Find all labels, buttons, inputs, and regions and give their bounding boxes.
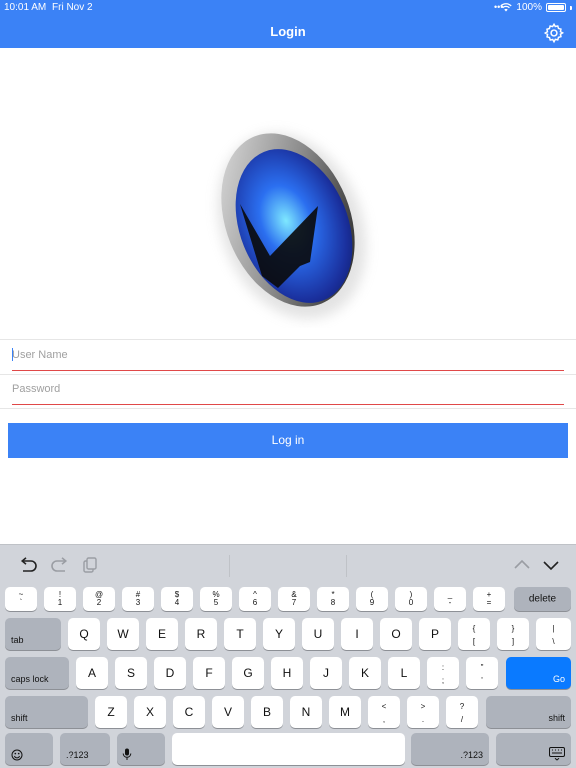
battery-icon xyxy=(546,3,566,12)
key[interactable]: T xyxy=(224,618,256,650)
microphone-icon xyxy=(122,748,132,760)
key[interactable]: >. xyxy=(407,696,439,728)
key[interactable]: | \ xyxy=(536,618,571,650)
app-logo xyxy=(217,133,367,319)
key[interactable]: K xyxy=(349,657,381,689)
key[interactable]: F xyxy=(193,657,225,689)
key[interactable]: C xyxy=(173,696,205,728)
key[interactable]: ) 0 xyxy=(395,587,427,611)
key[interactable]: + = xyxy=(473,587,505,611)
key[interactable]: #3 xyxy=(122,587,154,611)
status-date: Fri Nov 2 xyxy=(52,2,93,13)
key[interactable]: D xyxy=(154,657,186,689)
key[interactable]: " ' xyxy=(466,657,498,689)
prediction-divider xyxy=(346,555,347,577)
numbers-key-right[interactable]: .?123 xyxy=(411,733,489,765)
key[interactable]: _ - xyxy=(434,587,466,611)
key[interactable]: :; xyxy=(427,657,459,689)
key[interactable]: A xyxy=(76,657,108,689)
prediction-divider xyxy=(229,555,230,577)
key[interactable]: O xyxy=(380,618,412,650)
key[interactable]: ~ ` xyxy=(5,587,37,611)
key[interactable]: @2 xyxy=(83,587,115,611)
onscreen-keyboard: ~ ` ! 1 @2 #3 $4 % 5 ^ 6 & 7 * 8 (9 ) 0 _ - + = d… xyxy=(0,544,576,768)
key[interactable]: & 7 xyxy=(278,587,310,611)
username-underline xyxy=(12,370,564,371)
key[interactable]: E xyxy=(146,618,178,650)
undo-icon[interactable] xyxy=(18,557,38,573)
key[interactable]: ^ 6 xyxy=(239,587,271,611)
divider xyxy=(0,374,576,375)
key[interactable]: U xyxy=(302,618,334,650)
login-button[interactable]: Log in xyxy=(8,423,568,458)
key[interactable]: V xyxy=(212,696,244,728)
password-input[interactable] xyxy=(12,377,564,401)
divider xyxy=(0,339,576,340)
key[interactable]: $4 xyxy=(161,587,193,611)
numbers-key-left[interactable]: .?123 xyxy=(60,733,110,765)
redo-icon[interactable] xyxy=(50,557,70,573)
caps-lock-key[interactable]: caps lock xyxy=(5,657,69,689)
key[interactable]: ? / xyxy=(446,696,478,728)
chevron-down-icon[interactable] xyxy=(541,557,561,573)
shift-key-right[interactable]: shift xyxy=(486,696,571,728)
key[interactable]: J xyxy=(310,657,342,689)
password-underline xyxy=(12,404,564,405)
key[interactable]: W xyxy=(107,618,139,650)
key[interactable]: Q xyxy=(68,618,100,650)
chevron-up-icon[interactable] xyxy=(512,557,532,573)
space-key[interactable] xyxy=(172,733,405,765)
wifi-icon xyxy=(500,3,513,12)
password-field[interactable] xyxy=(12,377,564,405)
key[interactable]: Z xyxy=(95,696,127,728)
battery-nub xyxy=(570,5,572,10)
status-bar: 10:01 AM Fri Nov 2 ••• 100% xyxy=(0,0,576,16)
key[interactable]: }] xyxy=(497,618,529,650)
key[interactable]: (9 xyxy=(356,587,388,611)
tab-key[interactable]: tab xyxy=(5,618,61,650)
key[interactable]: P xyxy=(419,618,451,650)
paste-icon[interactable] xyxy=(80,557,100,573)
key[interactable]: X xyxy=(134,696,166,728)
key[interactable]: I xyxy=(341,618,373,650)
emoji-icon xyxy=(11,749,23,761)
keyboard-dismiss-icon xyxy=(549,747,565,761)
key[interactable]: L xyxy=(388,657,420,689)
emoji-key[interactable] xyxy=(5,733,53,765)
text-caret xyxy=(12,348,13,361)
status-right: 100% xyxy=(500,2,572,13)
page-title: Login xyxy=(270,24,306,39)
dictation-key[interactable] xyxy=(117,733,165,765)
key[interactable]: R xyxy=(185,618,217,650)
key[interactable]: H xyxy=(271,657,303,689)
battery-percent: 100% xyxy=(516,2,542,13)
key[interactable]: ! 1 xyxy=(44,587,76,611)
nav-bar: Login xyxy=(0,16,576,48)
key[interactable]: B xyxy=(251,696,283,728)
key[interactable]: <, xyxy=(368,696,400,728)
key[interactable]: S xyxy=(115,657,147,689)
status-time: 10:01 AM xyxy=(4,2,47,13)
keyboard-shortcut-bar xyxy=(0,545,576,583)
username-input[interactable] xyxy=(12,343,564,367)
shift-key-left[interactable]: shift xyxy=(5,696,88,728)
key[interactable]: % 5 xyxy=(200,587,232,611)
key[interactable]: M xyxy=(329,696,361,728)
gear-icon[interactable] xyxy=(543,22,565,44)
key[interactable]: Y xyxy=(263,618,295,650)
keyboard-dismiss-key[interactable] xyxy=(496,733,571,765)
key[interactable]: * 8 xyxy=(317,587,349,611)
key[interactable]: {[ xyxy=(458,618,490,650)
key[interactable]: N xyxy=(290,696,322,728)
delete-key[interactable]: delete xyxy=(514,587,571,611)
go-key[interactable]: Go xyxy=(506,657,571,689)
divider xyxy=(0,408,576,409)
username-field[interactable] xyxy=(12,343,564,371)
key[interactable]: G xyxy=(232,657,264,689)
